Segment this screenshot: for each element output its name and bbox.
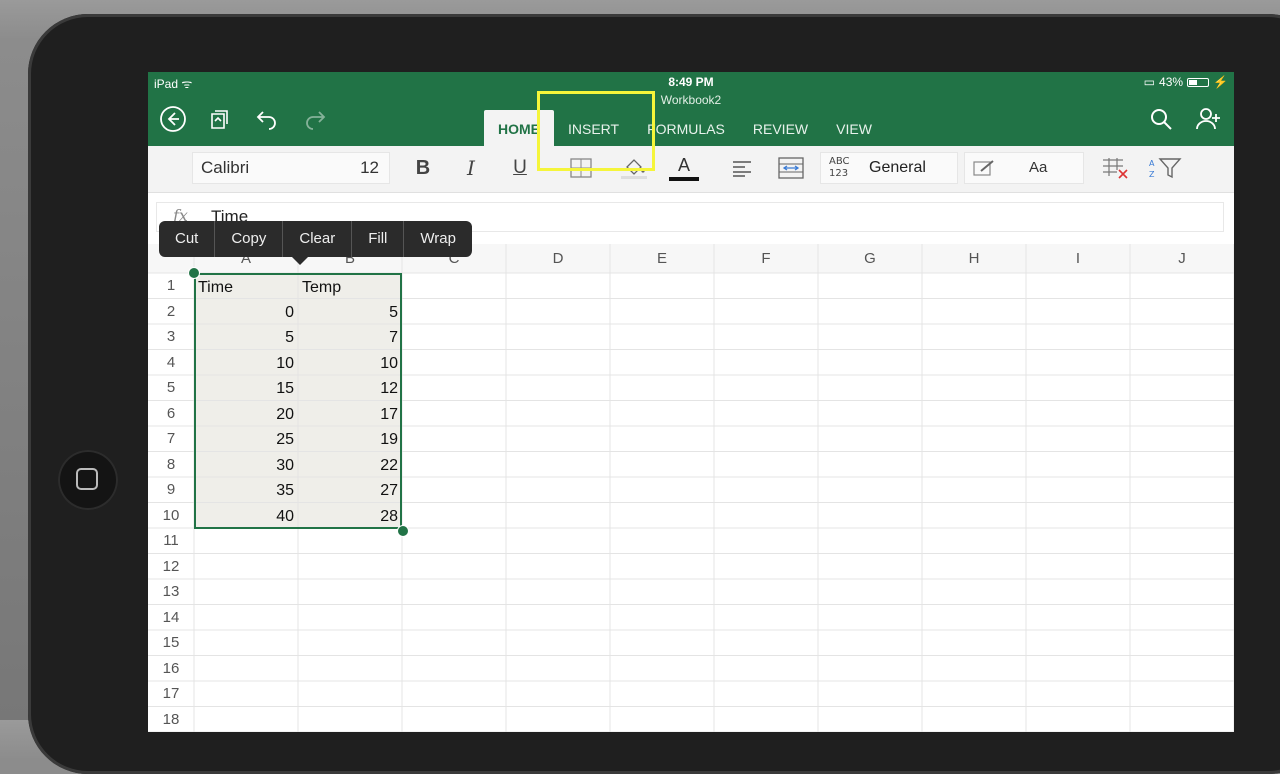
charging-icon: ⚡ xyxy=(1213,75,1228,89)
fill-menu-item[interactable]: Fill xyxy=(351,221,403,257)
column-header[interactable]: H xyxy=(922,244,1026,274)
annotation-highlight-box xyxy=(537,91,655,171)
status-bar: iPad ᯤ 8:49 PM ▭ 43% ⚡ xyxy=(148,72,1234,92)
selection-range[interactable] xyxy=(194,273,402,529)
font-name: Calibri xyxy=(201,158,250,177)
column-header[interactable]: I xyxy=(1026,244,1130,274)
undo-icon[interactable] xyxy=(252,104,282,134)
back-icon[interactable] xyxy=(158,104,188,134)
merge-cells-icon[interactable] xyxy=(776,152,806,184)
font-size[interactable]: 12 xyxy=(360,158,379,178)
font-color-button[interactable]: A xyxy=(668,152,700,184)
cell-styles-label: Aa xyxy=(1029,159,1048,176)
column-header[interactable]: J xyxy=(1130,244,1234,274)
tab-view[interactable]: VIEW xyxy=(822,110,886,146)
underline-button[interactable]: U xyxy=(506,152,534,184)
excel-app: iPad ᯤ 8:49 PM ▭ 43% ⚡ Workbook2 HOME IN… xyxy=(148,72,1234,732)
home-square-icon xyxy=(76,468,98,490)
font-color-label: A xyxy=(677,155,690,175)
number-format-picker[interactable]: ABC 123 General xyxy=(820,152,958,184)
cell-styles-picker[interactable]: Aa xyxy=(964,152,1084,184)
row-header[interactable]: 9 xyxy=(148,477,194,503)
tab-review[interactable]: REVIEW xyxy=(739,110,822,146)
cell-style-icon xyxy=(973,159,997,182)
battery-status: ▭ 43% ⚡ xyxy=(1143,75,1228,89)
font-picker[interactable]: Calibri 12 xyxy=(192,152,390,184)
row-header[interactable]: 13 xyxy=(148,579,194,605)
clear-menu-item[interactable]: Clear xyxy=(282,221,351,257)
svg-text:Z: Z xyxy=(1149,170,1155,179)
row-header[interactable]: 15 xyxy=(148,630,194,656)
italic-button[interactable]: I xyxy=(458,152,484,184)
search-icon[interactable] xyxy=(1146,104,1176,134)
sort-filter-icon[interactable]: AZ xyxy=(1148,152,1182,184)
row-header[interactable]: 11 xyxy=(148,528,194,554)
row-header[interactable]: 4 xyxy=(148,350,194,376)
wrap-menu-item[interactable]: Wrap xyxy=(403,221,472,257)
row-header[interactable]: 1 xyxy=(148,273,194,299)
column-header[interactable]: F xyxy=(714,244,818,274)
row-header[interactable]: 5 xyxy=(148,375,194,401)
context-menu-pointer xyxy=(292,257,308,265)
svg-text:A: A xyxy=(1149,159,1155,168)
row-header[interactable]: 18 xyxy=(148,707,194,733)
clear-table-icon[interactable] xyxy=(1098,152,1130,184)
clock: 8:49 PM xyxy=(668,75,714,89)
home-toolbar: Calibri 12 B I U A ABC 123 General Aa A … xyxy=(148,146,1234,193)
home-button[interactable] xyxy=(58,450,118,510)
row-header[interactable]: 6 xyxy=(148,401,194,427)
row-header[interactable]: 17 xyxy=(148,681,194,707)
column-header[interactable]: G xyxy=(818,244,922,274)
cut-menu-item[interactable]: Cut xyxy=(159,221,214,257)
row-header[interactable]: 14 xyxy=(148,605,194,631)
row-header[interactable]: 12 xyxy=(148,554,194,580)
column-header[interactable]: D xyxy=(506,244,610,274)
screen-mirror-icon: ▭ xyxy=(1143,75,1156,89)
redo-icon[interactable] xyxy=(300,104,330,134)
battery-icon xyxy=(1187,77,1210,87)
copy-menu-item[interactable]: Copy xyxy=(214,221,282,257)
ribbon: Workbook2 HOME INSERT FORMULAS REVIEW VI… xyxy=(148,92,1234,146)
selection-handle-bottom[interactable] xyxy=(397,525,409,537)
row-header[interactable]: 2 xyxy=(148,299,194,325)
column-header[interactable]: E xyxy=(610,244,714,274)
share-person-icon[interactable] xyxy=(1194,104,1224,134)
row-header[interactable]: 3 xyxy=(148,324,194,350)
spreadsheet-grid[interactable]: ABCDEFGHIJ 1 2 3 4 5 6 7 8 9 10 11 12 13 14 15 16 17 18 T… xyxy=(148,244,1234,732)
row-header[interactable]: 16 xyxy=(148,656,194,682)
bold-button[interactable]: B xyxy=(410,152,436,184)
number-format-icon: ABC 123 xyxy=(829,156,850,179)
row-header[interactable]: 10 xyxy=(148,503,194,529)
row-header[interactable]: 7 xyxy=(148,426,194,452)
align-left-icon[interactable] xyxy=(728,152,756,184)
context-menu: Cut Copy Clear Fill Wrap xyxy=(159,221,472,257)
file-icon[interactable] xyxy=(204,104,234,134)
selection-handle-top[interactable] xyxy=(188,267,200,279)
number-format-value: General xyxy=(869,159,926,176)
row-header[interactable]: 8 xyxy=(148,452,194,478)
